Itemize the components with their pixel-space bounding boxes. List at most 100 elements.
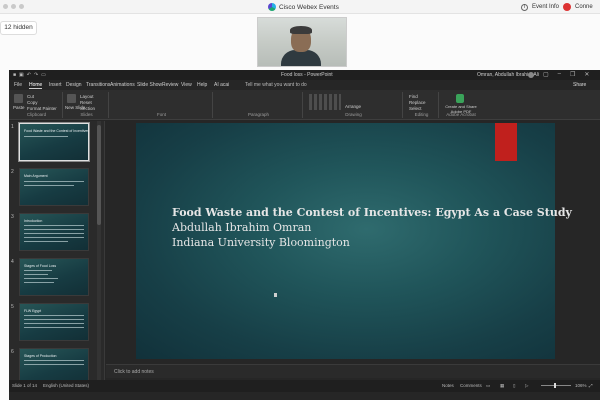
ppt-title-bar: ■ ▣ ↶ ↷ ▭ Food loss - PowerPoint Omran, … <box>9 70 600 80</box>
reset-button[interactable]: Reset <box>80 100 92 105</box>
slide-counter: Slide 1 of 14 <box>12 383 38 388</box>
slides-group: New Slide Layout Reset Section Slides <box>65 92 109 118</box>
paragraph-label: Paragraph <box>247 112 269 117</box>
mouse-cursor-icon <box>274 293 277 297</box>
ribbon-options-icon[interactable]: ▢ <box>543 71 549 78</box>
replace-button[interactable]: Replace <box>409 100 426 105</box>
ppt-window-buttons: ▢ – ❐ ✕ <box>543 71 589 78</box>
restore-icon[interactable]: ❐ <box>570 71 575 78</box>
slide-thumbnail[interactable]: 3 Introduction <box>11 213 89 251</box>
shapes-gallery[interactable] <box>309 94 341 110</box>
participant-video[interactable] <box>257 17 347 67</box>
paragraph-group: Paragraph <box>215 92 303 118</box>
editing-label: Editing <box>414 112 429 117</box>
normal-view-icon[interactable]: ▭ <box>486 383 490 389</box>
slide-author[interactable]: Abdullah Ibrahim Omran <box>172 221 532 234</box>
close-icon[interactable]: ✕ <box>584 71 589 78</box>
document-title: Food loss - PowerPoint <box>281 72 333 78</box>
adobe-group: Create and Share Adobe PDF Adobe Acrobat <box>441 92 481 118</box>
comments-button[interactable]: Comments <box>460 383 482 388</box>
slides-label: Slides <box>80 112 93 117</box>
info-icon[interactable]: i <box>521 3 528 11</box>
save-icon[interactable]: ▣ <box>19 72 24 78</box>
tab-help[interactable]: Help <box>197 82 207 88</box>
thumbnail-scrollbar[interactable] <box>97 121 101 380</box>
zoom-slider[interactable] <box>541 385 571 386</box>
notes-pane[interactable]: Click to add notes <box>106 364 600 378</box>
redo-icon[interactable]: ↷ <box>34 72 38 78</box>
user-avatar[interactable] <box>528 72 534 78</box>
clipboard-group: Paste Cut Copy Format Painter Clipboard <box>11 92 63 118</box>
slideshow-icon[interactable]: ▷ <box>525 383 528 389</box>
quick-access-toolbar: ■ ▣ ↶ ↷ ▭ <box>13 72 46 78</box>
copy-button[interactable]: Copy <box>27 100 38 105</box>
drawing-label: Drawing <box>345 112 362 117</box>
minimize-icon[interactable]: – <box>558 71 561 78</box>
powerpoint-window: ■ ▣ ↶ ↷ ▭ Food loss - PowerPoint Omran, … <box>9 70 600 400</box>
tab-animations[interactable]: Animations <box>110 82 135 88</box>
notes-button[interactable]: Notes <box>442 383 454 388</box>
video-person-body <box>281 50 321 66</box>
slide-editor: Food Waste and the Contest of Incentives… <box>106 121 600 380</box>
cut-button[interactable]: Cut <box>27 94 34 99</box>
fit-slide-icon[interactable]: ⤢ <box>589 383 593 388</box>
font-group: Font <box>111 92 213 118</box>
tab-transitions[interactable]: Transitions <box>86 82 110 88</box>
arrange-button[interactable]: Arrange <box>345 104 361 109</box>
title-placeholder[interactable]: Food Waste and the Contest of Incentives… <box>172 206 572 249</box>
tab-design[interactable]: Design <box>66 82 82 88</box>
video-person-cap <box>290 26 312 34</box>
present-icon[interactable]: ▭ <box>41 72 46 78</box>
tab-home[interactable]: Home <box>29 82 43 89</box>
webex-right-controls: i Event Info Conne <box>521 3 593 11</box>
recording-icon[interactable] <box>563 3 572 11</box>
webex-logo-icon <box>268 3 276 11</box>
hidden-participants-badge[interactable]: 12 hidden <box>0 21 37 35</box>
tab-insert[interactable]: Insert <box>49 82 62 88</box>
format-painter-button[interactable]: Format Painter <box>27 106 57 111</box>
slide-thumbnail[interactable]: 1 Food Waste and the Contest of Incentiv… <box>11 123 89 161</box>
window-controls[interactable] <box>3 4 24 9</box>
section-button[interactable]: Section <box>80 106 95 111</box>
ribbon-tabs: File Home Insert Design Transitions Anim… <box>9 80 600 90</box>
zoom-level[interactable]: 106% <box>575 383 587 388</box>
current-slide[interactable]: Food Waste and the Contest of Incentives… <box>136 123 572 359</box>
paste-button[interactable]: Paste <box>13 105 25 110</box>
close-window-icon[interactable] <box>3 4 8 9</box>
select-button[interactable]: Select <box>409 106 422 111</box>
language-indicator[interactable]: English (United States) <box>43 383 89 388</box>
slide-thumbnail[interactable]: 2 Main Argument <box>11 168 89 206</box>
webex-app-title: Cisco Webex Events <box>268 3 339 11</box>
notes-placeholder[interactable]: Click to add notes <box>114 369 154 375</box>
slide-sorter-icon[interactable]: ▦ <box>500 383 504 389</box>
new-slide-icon[interactable] <box>67 94 76 103</box>
font-label: Font <box>156 112 166 117</box>
slide-thumbnail[interactable]: 5 FLW Egypt <box>11 303 89 341</box>
tab-file[interactable]: File <box>14 82 22 88</box>
undo-icon[interactable]: ↶ <box>27 72 31 78</box>
webex-title-bar: Cisco Webex Events i Event Info Conne <box>0 0 600 14</box>
slide-affiliation[interactable]: Indiana University Bloomington <box>172 236 532 249</box>
tell-me-search[interactable]: Tell me what you want to do <box>245 82 307 88</box>
maximize-window-icon[interactable] <box>19 4 24 9</box>
clipboard-label: Clipboard <box>26 112 47 117</box>
tab-slide-show[interactable]: Slide Show <box>137 82 162 88</box>
ribbon-home: Paste Cut Copy Format Painter Clipboard … <box>9 90 600 120</box>
reading-view-icon[interactable]: ▯ <box>513 383 515 389</box>
paste-icon[interactable] <box>14 94 23 103</box>
event-info-button[interactable]: Event Info <box>532 4 559 10</box>
zoom-slider-thumb[interactable] <box>554 383 556 388</box>
layout-button[interactable]: Layout <box>80 94 94 99</box>
slide-thumbnail[interactable]: 4 Stages of Food Loss <box>11 258 89 296</box>
scrollbar-thumb[interactable] <box>97 125 101 225</box>
minimize-window-icon[interactable] <box>11 4 16 9</box>
slide-title[interactable]: Food Waste and the Contest of Incentives… <box>172 206 572 219</box>
adobe-pdf-icon[interactable] <box>456 94 464 103</box>
app-menu-icon[interactable]: ■ <box>13 72 16 78</box>
tab-ai[interactable]: AI acai <box>214 82 229 88</box>
tab-review[interactable]: Review <box>162 82 178 88</box>
find-button[interactable]: Find <box>409 94 418 99</box>
connect-button[interactable]: Conne <box>575 4 593 10</box>
share-button[interactable]: Share <box>573 82 586 88</box>
tab-view[interactable]: View <box>181 82 192 88</box>
